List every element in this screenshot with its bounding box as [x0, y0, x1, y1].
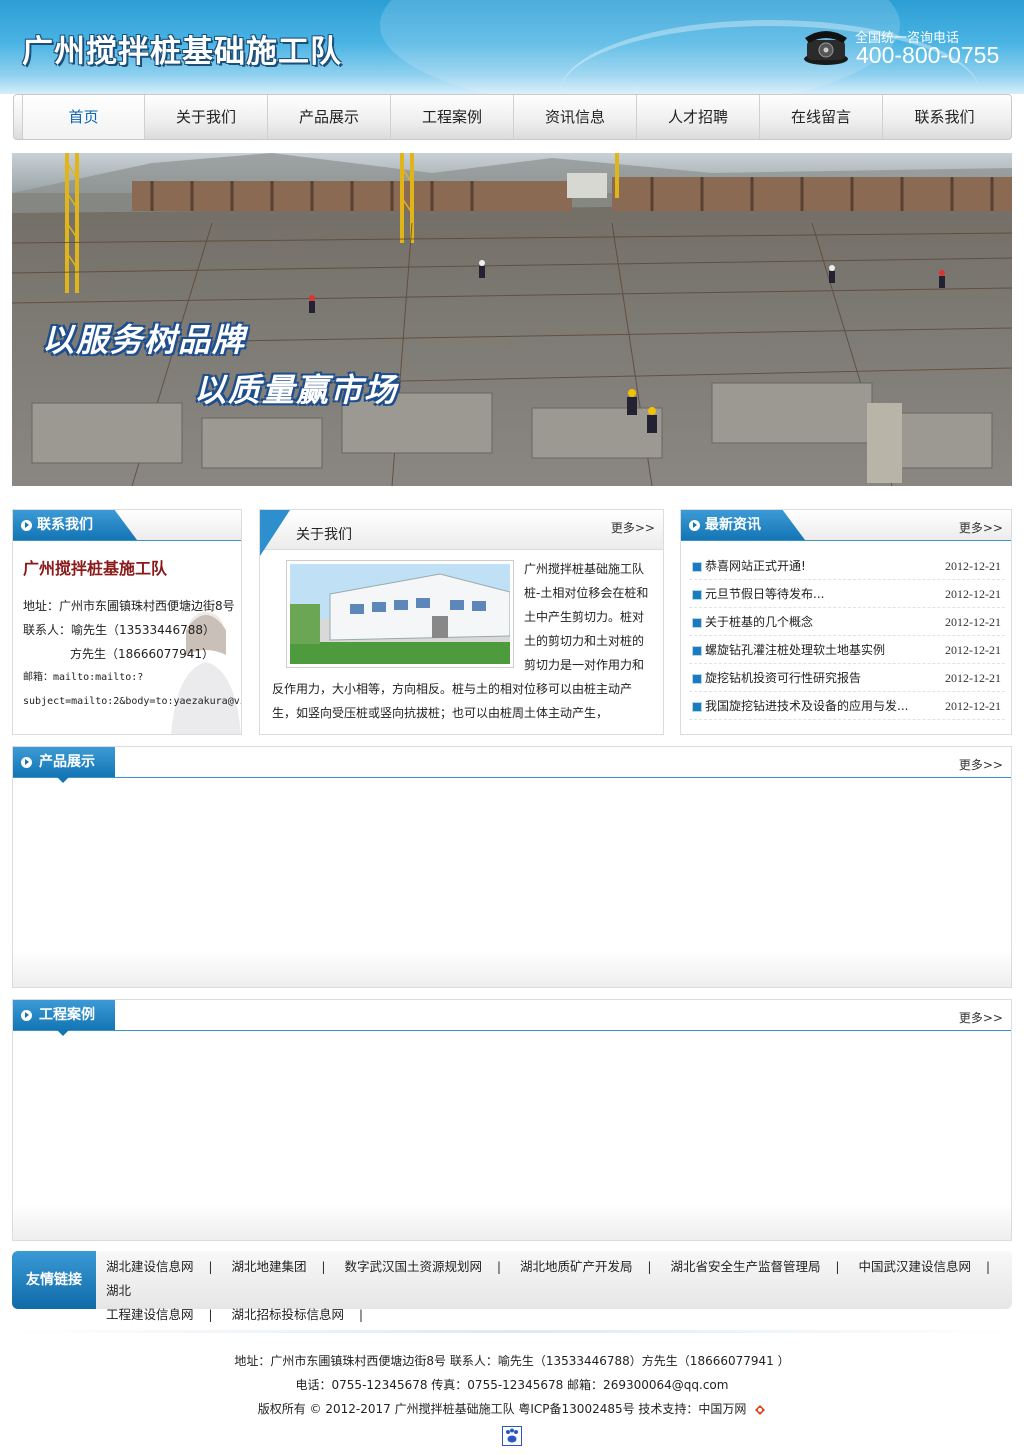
- cases-section: 工程案例 更多>>: [12, 999, 1012, 1241]
- hotline-number: 400-800-0755: [856, 42, 1000, 68]
- aliyun-icon[interactable]: [754, 1404, 766, 1416]
- news-panel-header: 最新资讯 更多>>: [681, 510, 1011, 541]
- contact-panel: 联系我们 广州搅拌桩基施工队 地址：广州市东圃镇珠村西便塘边街8号 联系人：喻先…: [12, 509, 242, 735]
- arrow-circle-icon: [21, 757, 32, 768]
- nav-message[interactable]: 在线留言: [760, 95, 883, 139]
- footer-contact: 电话：0755-12345678 传真：0755-12345678 邮箱：269…: [295, 1378, 729, 1392]
- nav-news[interactable]: 资讯信息: [514, 95, 637, 139]
- nav-cases[interactable]: 工程案例: [391, 95, 514, 139]
- factory-image[interactable]: [286, 560, 514, 668]
- news-more-link[interactable]: 更多>>: [959, 519, 1003, 536]
- footer-copyright: 版权所有 © 2012-2017 广州搅拌桩基础施工队 粤ICP备1300248…: [257, 1402, 747, 1416]
- friend-link[interactable]: 湖北: [106, 1283, 131, 1298]
- friend-links: 友情链接 湖北建设信息网 | 湖北地建集团 | 数字武汉国土资源规划网 | 湖北地质矿…: [12, 1251, 1012, 1322]
- news-title[interactable]: 旋挖钻机投资可行性研究报告: [689, 664, 861, 691]
- nav-contact[interactable]: 联系我们: [883, 95, 1006, 139]
- about-panel-header: 关于我们 更多>>: [260, 510, 663, 556]
- news-item[interactable]: 元旦节假日等待发布... 2012-12-21: [689, 580, 1005, 608]
- news-list: 恭喜网站正式开通! 2012-12-21 元旦节假日等待发布... 2012-1…: [689, 552, 1005, 720]
- arrow-circle-icon: [21, 1010, 32, 1021]
- banner-slogan-2: 以质量赢市场: [194, 371, 399, 409]
- news-item[interactable]: 恭喜网站正式开通! 2012-12-21: [689, 552, 1005, 580]
- cases-heading: 工程案例: [39, 1007, 95, 1023]
- baidu-paw-icon[interactable]: [502, 1426, 522, 1446]
- cases-more-link[interactable]: 更多>>: [959, 1009, 1003, 1026]
- news-title[interactable]: 关于桩基的几个概念: [689, 608, 813, 635]
- contact-email-2[interactable]: subject=mailto:2&body=to:yaezakura@vip.q…: [23, 690, 241, 714]
- contact-details: 地址：广州市东圃镇珠村西便塘边街8号 联系人：喻先生（13533446788） …: [23, 594, 241, 714]
- friend-links-list: 湖北建设信息网 | 湖北地建集团 | 数字武汉国土资源规划网 | 湖北地质矿产开发局 |…: [106, 1259, 991, 1322]
- friend-link[interactable]: 湖北省安全生产监督管理局: [671, 1259, 821, 1274]
- site-header: 广州搅拌桩基础施工队 全国统一咨询电话 400-800-0755: [0, 0, 1024, 94]
- contact-company-name: 广州搅拌桩基施工队: [23, 559, 168, 578]
- news-item[interactable]: 螺旋钻孔灌注桩处理软土地基实例 2012-12-21: [689, 636, 1005, 664]
- news-item[interactable]: 关于桩基的几个概念 2012-12-21: [689, 608, 1005, 636]
- about-more-link[interactable]: 更多>>: [611, 519, 655, 536]
- banner-slogan-1: 以服务树品牌: [42, 321, 247, 359]
- news-date: 2012-12-21: [945, 671, 1001, 685]
- news-tab: 最新资讯: [681, 510, 805, 540]
- nav-home[interactable]: 首页: [22, 95, 145, 139]
- footer-address: 地址：广州市东圃镇珠村西便塘边街8号 联系人：喻先生（13533446788）方…: [234, 1354, 790, 1368]
- news-panel: 最新资讯 更多>> 恭喜网站正式开通! 2012-12-21 元旦节假日等待发布…: [680, 509, 1012, 735]
- tab-pointer: [57, 777, 69, 783]
- products-more-link[interactable]: 更多>>: [959, 756, 1003, 773]
- products-heading: 产品展示: [39, 754, 95, 770]
- friend-link[interactable]: 中国武汉建设信息网: [859, 1259, 972, 1274]
- hero-banner: 以服务树品牌 以质量赢市场: [12, 153, 1012, 486]
- contact-email-1[interactable]: 邮箱：mailto:mailto:?: [23, 666, 241, 690]
- nav-jobs[interactable]: 人才招聘: [637, 95, 760, 139]
- friend-link[interactable]: 湖北招标投标信息网: [232, 1307, 345, 1322]
- contact-person-1: 联系人：喻先生（13533446788）: [23, 623, 215, 637]
- news-date: 2012-12-21: [945, 559, 1001, 573]
- main-nav: 首页 关于我们 产品展示 工程案例 资讯信息 人才招聘 在线留言 联系我们: [13, 94, 1012, 140]
- news-item[interactable]: 我国旋挖钻进技术及设备的应用与发... 2012-12-21: [689, 692, 1005, 720]
- news-date: 2012-12-21: [945, 615, 1001, 629]
- about-panel: 关于我们 更多>> 广州搅拌桩基础施工队 桩-土相对位移会在桩和土中产生剪切力。…: [259, 509, 664, 735]
- news-title[interactable]: 元旦节假日等待发布...: [689, 580, 824, 607]
- friend-link[interactable]: 数字武汉国土资源规划网: [345, 1259, 483, 1274]
- nav-about[interactable]: 关于我们: [145, 95, 268, 139]
- news-date: 2012-12-21: [945, 587, 1001, 601]
- contact-address: 地址：广州市东圃镇珠村西便塘边街8号: [23, 599, 235, 613]
- arrow-circle-icon: [689, 520, 700, 531]
- friend-links-heading: 友情链接: [12, 1251, 96, 1309]
- news-title[interactable]: 螺旋钻孔灌注桩处理软土地基实例: [689, 636, 885, 663]
- cases-tab: 工程案例: [13, 1000, 115, 1030]
- about-corner-decoration: [260, 510, 290, 556]
- nav-products[interactable]: 产品展示: [268, 95, 391, 139]
- news-title[interactable]: 我国旋挖钻进技术及设备的应用与发...: [689, 692, 908, 719]
- footer-copyright-row: 版权所有 © 2012-2017 广州搅拌桩基础施工队 粤ICP备1300248…: [0, 1400, 1024, 1417]
- footer-divider: [12, 1330, 1012, 1333]
- contact-tab: 联系我们: [13, 510, 137, 540]
- news-item[interactable]: 旋挖钻机投资可行性研究报告 2012-12-21: [689, 664, 1005, 692]
- contact-person-2: 方先生（18666077941）: [70, 647, 214, 661]
- friend-link[interactable]: 湖北地质矿产开发局: [520, 1259, 633, 1274]
- friend-link[interactable]: 湖北地建集团: [232, 1259, 307, 1274]
- products-header: 产品展示 更多>>: [13, 747, 1011, 783]
- products-tab: 产品展示: [13, 747, 115, 777]
- news-date: 2012-12-21: [945, 643, 1001, 657]
- friend-link[interactable]: 工程建设信息网: [106, 1307, 194, 1322]
- contact-panel-header: 联系我们: [13, 510, 241, 541]
- site-title[interactable]: 广州搅拌桩基础施工队: [22, 26, 342, 71]
- arrow-circle-icon: [21, 520, 32, 531]
- products-section: 产品展示 更多>>: [12, 746, 1012, 988]
- friend-link[interactable]: 湖北建设信息网: [106, 1259, 194, 1274]
- tab-pointer: [57, 1030, 69, 1036]
- news-date: 2012-12-21: [945, 699, 1001, 713]
- telephone-icon: [804, 31, 848, 65]
- about-heading: 关于我们: [296, 527, 352, 543]
- cases-header: 工程案例 更多>>: [13, 1000, 1011, 1036]
- news-title[interactable]: 恭喜网站正式开通!: [689, 552, 806, 579]
- news-heading: 最新资讯: [705, 517, 761, 533]
- contact-heading: 联系我们: [37, 517, 93, 533]
